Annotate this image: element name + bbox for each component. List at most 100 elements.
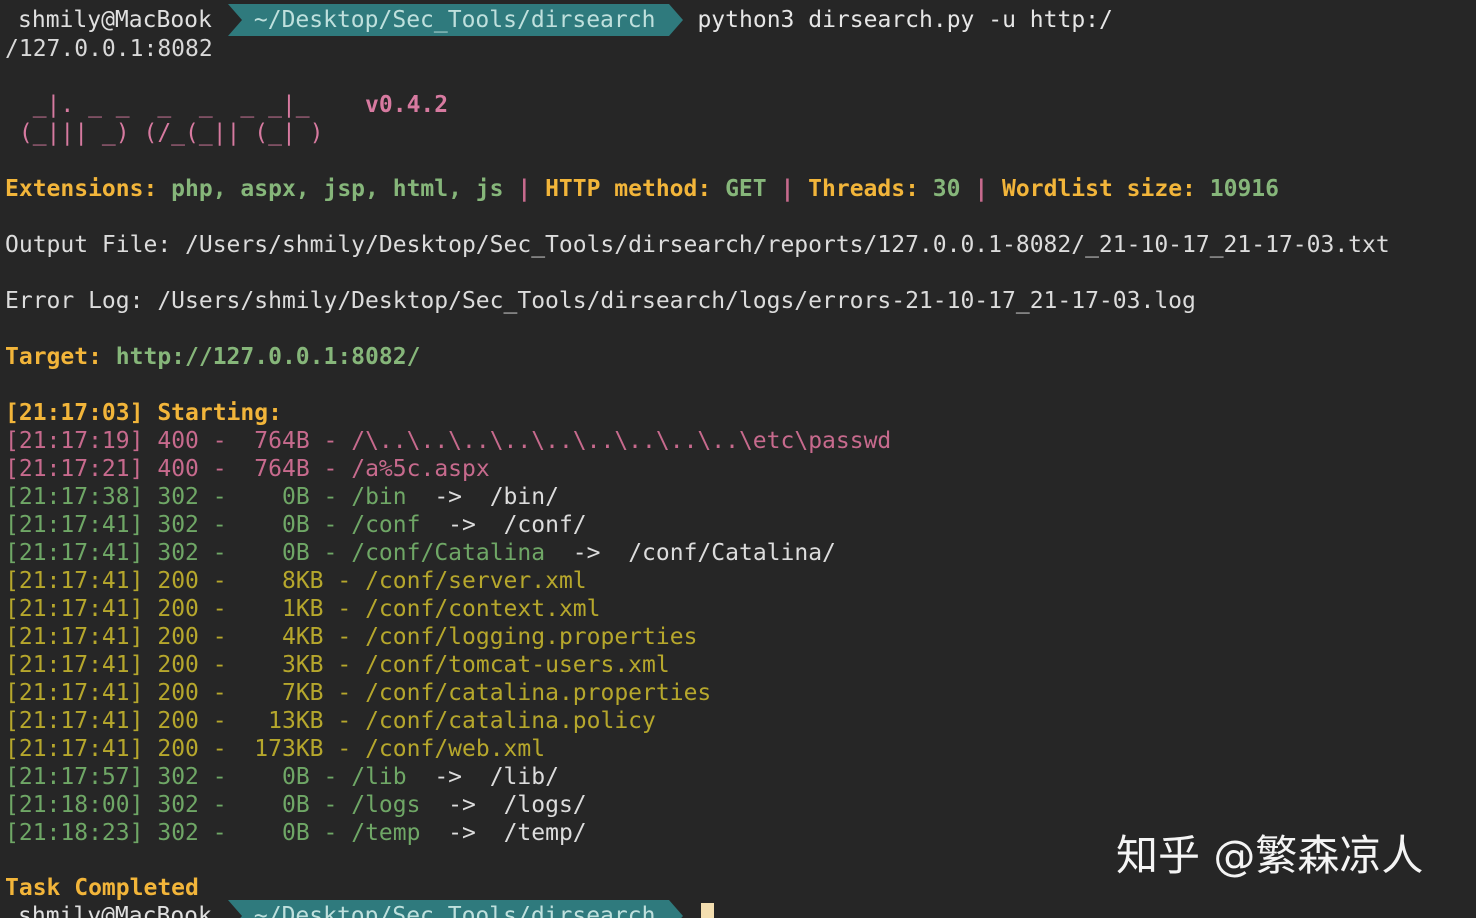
result-status: 200	[157, 568, 199, 594]
result-status: 400	[157, 428, 199, 454]
result-row: [21:17:41] 200 - 13KB - /conf/catalina.p…	[5, 708, 656, 734]
result-row: [21:18:23] 302 - 0B - /temp -> /temp/	[5, 820, 587, 846]
result-time: [21:17:41]	[5, 680, 144, 706]
result-status: 400	[157, 456, 199, 482]
prompt-path: ~/Desktop/Sec_Tools/dirsearch	[227, 4, 670, 36]
result-path: /conf/web.xml	[365, 736, 546, 762]
result-size: 0B	[240, 540, 310, 566]
result-path: /bin	[351, 484, 407, 510]
result-size: 1KB	[240, 596, 324, 622]
result-time: [21:17:41]	[5, 596, 144, 622]
result-status: 200	[157, 708, 199, 734]
result-status: 200	[157, 680, 199, 706]
result-redirect: -> /conf/	[420, 512, 587, 538]
result-time: [21:17:41]	[5, 736, 144, 762]
result-size: 0B	[240, 792, 310, 818]
result-status: 200	[157, 596, 199, 622]
separator: |	[503, 176, 546, 202]
result-time: [21:17:38]	[5, 484, 144, 510]
result-status: 200	[157, 652, 199, 678]
result-path: /conf/server.xml	[365, 568, 587, 594]
result-status: 302	[157, 484, 199, 510]
prompt-path: ~/Desktop/Sec_Tools/dirsearch	[227, 900, 670, 918]
result-size: 7KB	[240, 680, 324, 706]
prompt-arrow-icon	[669, 4, 684, 36]
result-status: 302	[157, 820, 199, 846]
result-size: 173KB	[240, 736, 324, 762]
result-status: 302	[157, 512, 199, 538]
result-path: /conf	[351, 512, 421, 538]
wordlist-label: Wordlist size:	[1002, 176, 1210, 202]
target-url: http://127.0.0.1:8082/	[115, 344, 421, 370]
result-redirect: -> /logs/	[420, 792, 587, 818]
result-size: 3KB	[240, 652, 324, 678]
result-size: 13KB	[240, 708, 324, 734]
result-redirect: -> /temp/	[420, 820, 587, 846]
result-time: [21:17:41]	[5, 512, 144, 538]
result-status: 200	[157, 736, 199, 762]
version-label: v0.4.2	[365, 92, 449, 118]
text-cursor[interactable]	[701, 903, 715, 918]
result-size: 764B	[240, 428, 310, 454]
result-path: /conf/Catalina	[351, 540, 546, 566]
result-size: 0B	[240, 764, 310, 790]
target-label: Target:	[5, 344, 116, 370]
result-time: [21:17:57]	[5, 764, 144, 790]
extensions-value: php, aspx, jsp, html, js	[171, 176, 504, 202]
result-time: [21:17:41]	[5, 624, 144, 650]
result-row: [21:17:41] 200 - 1KB - /conf/context.xml	[5, 596, 601, 622]
target-line: Target: http://127.0.0.1:8082/	[5, 343, 420, 371]
result-time: [21:17:21]	[5, 456, 144, 482]
result-row: [21:17:41] 302 - 0B - /conf/Catalina -> …	[5, 540, 836, 566]
prompt-top: shmily@MacBook ~/Desktop/Sec_Tools/dirse…	[0, 4, 1113, 36]
threads-label: Threads:	[808, 176, 933, 202]
result-row: [21:17:57] 302 - 0B - /lib -> /lib/	[5, 764, 559, 790]
result-path: /temp	[351, 820, 421, 846]
banner-art-top: _|. _ _ _ _ _ _|_	[5, 92, 366, 118]
result-row: [21:17:41] 200 - 8KB - /conf/server.xml	[5, 568, 587, 594]
result-path: /conf/catalina.policy	[365, 708, 656, 734]
result-path: /a%5c.aspx	[351, 456, 490, 482]
result-size: 0B	[240, 484, 310, 510]
error-log-line: Error Log: /Users/shmily/Desktop/Sec_Too…	[5, 288, 1196, 314]
result-status: 302	[157, 540, 199, 566]
threads-value: 30	[932, 176, 961, 202]
result-size: 0B	[240, 512, 310, 538]
result-time: [21:17:19]	[5, 428, 144, 454]
starting-line: [21:17:03] Starting:	[5, 400, 282, 426]
result-status: 302	[157, 764, 199, 790]
result-row: [21:17:38] 302 - 0B - /bin -> /bin/	[5, 484, 559, 510]
result-row: [21:18:00] 302 - 0B - /logs -> /logs/	[5, 792, 587, 818]
task-completed-line: Task Completed	[5, 875, 199, 901]
extensions-label: Extensions:	[5, 176, 172, 202]
separator: |	[766, 176, 809, 202]
config-line: Extensions: php, aspx, jsp, html, js | H…	[5, 175, 1279, 203]
result-redirect: -> /bin/	[406, 484, 559, 510]
output-file-line: Output File: /Users/shmily/Desktop/Sec_T…	[5, 232, 1390, 258]
result-path: /conf/tomcat-users.xml	[365, 652, 670, 678]
result-size: 0B	[240, 820, 310, 846]
separator: |	[960, 176, 1003, 202]
method-value: GET	[725, 176, 767, 202]
prompt-user: shmily@MacBook	[0, 900, 228, 918]
result-row: [21:17:41] 200 - 173KB - /conf/web.xml	[5, 736, 546, 762]
banner-line-1: _|. _ _ _ _ _ _|_ v0.4.2	[5, 91, 448, 119]
result-size: 8KB	[240, 568, 324, 594]
result-row: [21:17:19] 400 - 764B - /\..\..\..\..\..…	[5, 428, 892, 454]
result-status: 302	[157, 792, 199, 818]
result-path: /lib	[351, 764, 407, 790]
result-time: [21:18:00]	[5, 792, 144, 818]
result-row: [21:17:41] 200 - 7KB - /conf/catalina.pr…	[5, 680, 712, 706]
result-time: [21:18:23]	[5, 820, 144, 846]
result-time: [21:17:41]	[5, 568, 144, 594]
result-row: [21:17:41] 200 - 3KB - /conf/tomcat-user…	[5, 652, 670, 678]
result-row: [21:17:41] 200 - 4KB - /conf/logging.pro…	[5, 624, 698, 650]
result-row: [21:17:21] 400 - 764B - /a%5c.aspx	[5, 456, 490, 482]
terminal-window[interactable]: shmily@MacBook ~/Desktop/Sec_Tools/dirse…	[0, 0, 1476, 918]
wordlist-value: 10916	[1209, 176, 1280, 202]
result-status: 200	[157, 624, 199, 650]
command-text: python3 dirsearch.py -u http:/	[697, 7, 1113, 33]
result-redirect: -> /conf/Catalina/	[545, 540, 836, 566]
watermark: 知乎 @繁森凉人	[1116, 831, 1424, 880]
result-redirect: -> /lib/	[406, 764, 559, 790]
